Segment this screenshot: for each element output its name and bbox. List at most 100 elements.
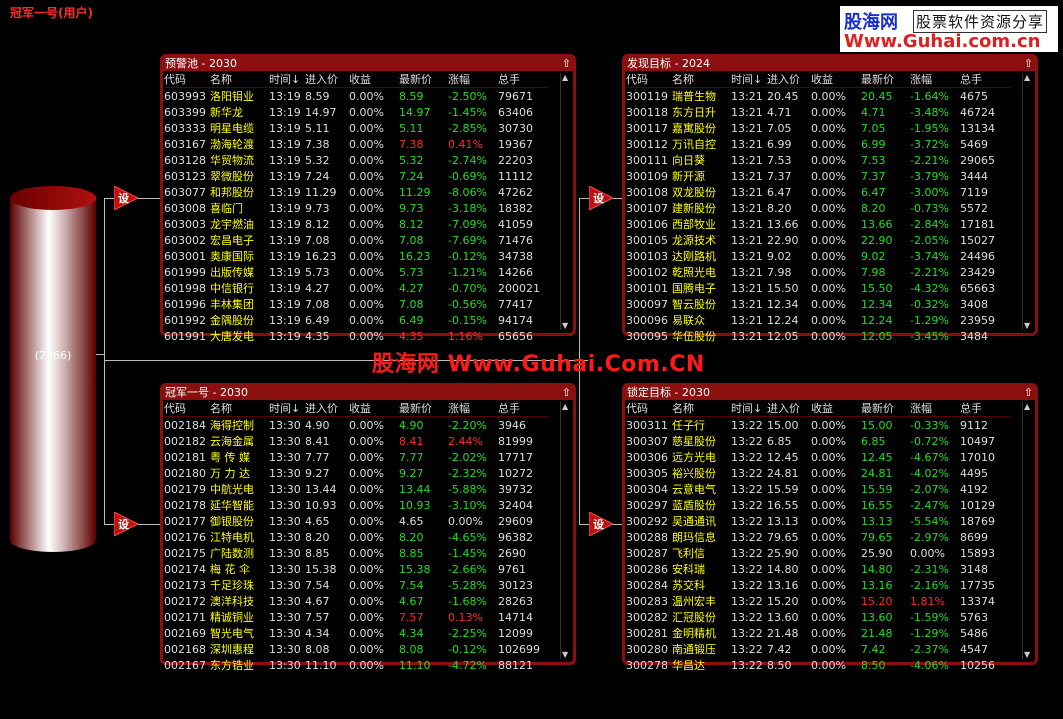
table-row[interactable]: 300304 云意电气 13:22 15.59 0.00% 15.59 -2.07% 4192 bbox=[626, 481, 1010, 497]
scrollbar[interactable]: ▲ ▼ bbox=[560, 402, 571, 659]
table-row[interactable]: 002174 梅 花 伞 13:30 15.38 0.00% 15.38 -2.66% 976… bbox=[164, 561, 548, 577]
table-row[interactable]: 300278 华昌达 13:22 8.50 0.00% 8.50 -4.06% 10256 bbox=[626, 657, 1010, 673]
column-header[interactable]: 进入价 bbox=[767, 400, 811, 417]
column-header[interactable]: 涨幅 bbox=[910, 400, 960, 417]
set-button[interactable]: 设 bbox=[588, 185, 615, 211]
scrollbar[interactable]: ▲ ▼ bbox=[560, 73, 571, 330]
table-row[interactable]: 300306 远方光电 13:22 12.45 0.00% 12.45 -4.67% 1701… bbox=[626, 449, 1010, 465]
table-row[interactable]: 002184 海得控制 13:30 4.90 0.00% 4.90 -2.20% 3946 bbox=[164, 417, 548, 434]
scrollbar[interactable]: ▲ ▼ bbox=[1022, 402, 1033, 659]
expand-arrow-icon[interactable]: ⇧ bbox=[562, 386, 571, 400]
table-row[interactable]: 002180 万 力 达 13:30 9.27 0.00% 9.27 -2.32% 10272 bbox=[164, 465, 548, 481]
column-header[interactable]: 代码 bbox=[164, 71, 210, 88]
stock-pool-cylinder[interactable]: (2466) bbox=[10, 186, 96, 552]
column-header[interactable]: 进入价 bbox=[305, 400, 349, 417]
scroll-up-icon[interactable]: ▲ bbox=[562, 73, 568, 82]
column-header[interactable]: 时间↓ bbox=[731, 71, 767, 88]
table-row[interactable]: 603128 华贸物流 13:19 5.32 0.00% 5.32 -2.74% 22203 bbox=[164, 152, 548, 168]
table-row[interactable]: 300287 飞利信 13:22 25.90 0.00% 25.90 0.00% 15893 bbox=[626, 545, 1010, 561]
table-row[interactable]: 603077 和邦股份 13:19 11.29 0.00% 11.29 -8.06% 4726… bbox=[164, 184, 548, 200]
column-header[interactable]: 总手 bbox=[960, 400, 1010, 417]
table-row[interactable]: 300105 龙源技术 13:21 22.90 0.00% 22.90 -2.05% 1502… bbox=[626, 232, 1010, 248]
column-header[interactable]: 时间↓ bbox=[731, 400, 767, 417]
table-row[interactable]: 300284 苏交科 13:22 13.16 0.00% 13.16 -2.16% 17735 bbox=[626, 577, 1010, 593]
set-button[interactable]: 设 bbox=[113, 185, 140, 211]
table-row[interactable]: 601991 大唐发电 13:19 4.35 0.00% 4.35 1.16% 65656 bbox=[164, 328, 548, 344]
expand-arrow-icon[interactable]: ⇧ bbox=[1024, 57, 1033, 71]
column-header[interactable]: 代码 bbox=[626, 71, 672, 88]
table-row[interactable]: 002175 广陆数测 13:30 8.85 0.00% 8.85 -1.45% 2690 bbox=[164, 545, 548, 561]
column-header[interactable]: 涨幅 bbox=[448, 400, 498, 417]
column-header[interactable]: 总手 bbox=[498, 400, 548, 417]
table-row[interactable]: 002173 千足珍珠 13:30 7.54 0.00% 7.54 -5.28% 30123 bbox=[164, 577, 548, 593]
column-header[interactable]: 总手 bbox=[960, 71, 1010, 88]
column-header[interactable]: 代码 bbox=[626, 400, 672, 417]
column-header[interactable]: 收益 bbox=[811, 71, 861, 88]
column-header[interactable]: 收益 bbox=[349, 400, 399, 417]
table-row[interactable]: 300112 万讯自控 13:21 6.99 0.00% 6.99 -3.72% 5469 bbox=[626, 136, 1010, 152]
column-header[interactable]: 名称 bbox=[672, 71, 731, 88]
table-row[interactable]: 300118 东方日升 13:21 4.71 0.00% 4.71 -3.48% 46724 bbox=[626, 104, 1010, 120]
table-row[interactable]: 300097 智云股份 13:21 12.34 0.00% 12.34 -0.32% 3408 bbox=[626, 296, 1010, 312]
column-header[interactable]: 代码 bbox=[164, 400, 210, 417]
table-row[interactable]: 300297 蓝盾股份 13:22 16.55 0.00% 16.55 -2.47% 1012… bbox=[626, 497, 1010, 513]
column-header[interactable]: 进入价 bbox=[305, 71, 349, 88]
table-row[interactable]: 300283 温州宏丰 13:22 15.20 0.00% 15.20 1.81% 13374 bbox=[626, 593, 1010, 609]
table-row[interactable]: 603008 喜临门 13:19 9.73 0.00% 9.73 -3.18% 18382 bbox=[164, 200, 548, 216]
column-header[interactable]: 进入价 bbox=[767, 71, 811, 88]
table-row[interactable]: 300103 达刚路机 13:21 9.02 0.00% 9.02 -3.74% 24496 bbox=[626, 248, 1010, 264]
scroll-down-icon[interactable]: ▼ bbox=[562, 321, 568, 330]
table-row[interactable]: 603167 渤海轮渡 13:19 7.38 0.00% 7.38 0.41% 19367 bbox=[164, 136, 548, 152]
column-header[interactable]: 最新价 bbox=[399, 71, 448, 88]
table-row[interactable]: 002167 东方锆业 13:30 11.10 0.00% 11.10 -4.72% 8812… bbox=[164, 657, 548, 673]
column-header[interactable]: 名称 bbox=[672, 400, 731, 417]
table-row[interactable]: 300107 建新股份 13:21 8.20 0.00% 8.20 -0.73% 5572 bbox=[626, 200, 1010, 216]
table-row[interactable]: 300111 向日葵 13:21 7.53 0.00% 7.53 -2.21% 29065 bbox=[626, 152, 1010, 168]
table-row[interactable]: 002176 江特电机 13:30 8.20 0.00% 8.20 -4.65% 96382 bbox=[164, 529, 548, 545]
table-row[interactable]: 300102 乾照光电 13:21 7.98 0.00% 7.98 -2.21% 23429 bbox=[626, 264, 1010, 280]
table-row[interactable]: 300305 裕兴股份 13:22 24.81 0.00% 24.81 -4.02% 4495 bbox=[626, 465, 1010, 481]
table-row[interactable]: 300281 金明精机 13:22 21.48 0.00% 21.48 -1.29% 5486 bbox=[626, 625, 1010, 641]
table-row[interactable]: 300119 瑞普生物 13:21 20.45 0.00% 20.45 -1.64% 4675 bbox=[626, 88, 1010, 105]
scroll-down-icon[interactable]: ▼ bbox=[1024, 650, 1030, 659]
table-row[interactable]: 002178 延华智能 13:30 10.93 0.00% 10.93 -3.10% 3240… bbox=[164, 497, 548, 513]
column-header[interactable]: 最新价 bbox=[861, 71, 910, 88]
scrollbar[interactable]: ▲ ▼ bbox=[1022, 73, 1033, 330]
table-row[interactable]: 300311 任子行 13:22 15.00 0.00% 15.00 -0.33% 9112 bbox=[626, 417, 1010, 434]
table-row[interactable]: 603333 明星电缆 13:19 5.11 0.00% 5.11 -2.85% 30730 bbox=[164, 120, 548, 136]
scroll-up-icon[interactable]: ▲ bbox=[1024, 73, 1030, 82]
table-row[interactable]: 300106 西部牧业 13:21 13.66 0.00% 13.66 -2.84% 1718… bbox=[626, 216, 1010, 232]
table-row[interactable]: 603399 新华龙 13:19 14.97 0.00% 14.97 -1.45% 63406 bbox=[164, 104, 548, 120]
table-row[interactable]: 603123 翠微股份 13:19 7.24 0.00% 7.24 -0.69% 11112 bbox=[164, 168, 548, 184]
table-row[interactable]: 002182 云海金属 13:30 8.41 0.00% 8.41 2.44% 81999 bbox=[164, 433, 548, 449]
table-row[interactable]: 601998 中信银行 13:19 4.27 0.00% 4.27 -0.70% 200021 bbox=[164, 280, 548, 296]
table-row[interactable]: 002177 御银股份 13:30 4.65 0.00% 4.65 0.00% 29609 bbox=[164, 513, 548, 529]
table-row[interactable]: 300282 汇冠股份 13:22 13.60 0.00% 13.60 -1.59% 5763 bbox=[626, 609, 1010, 625]
column-header[interactable]: 时间↓ bbox=[269, 71, 305, 88]
column-header[interactable]: 最新价 bbox=[861, 400, 910, 417]
column-header[interactable]: 总手 bbox=[498, 71, 548, 88]
column-header[interactable]: 涨幅 bbox=[910, 71, 960, 88]
table-row[interactable]: 300095 华伍股份 13:21 12.05 0.00% 12.05 -3.45% 3484 bbox=[626, 328, 1010, 344]
table-row[interactable]: 002179 中航光电 13:30 13.44 0.00% 13.44 -5.88% 3973… bbox=[164, 481, 548, 497]
table-row[interactable]: 300307 慈星股份 13:22 6.85 0.00% 6.85 -0.72% 10497 bbox=[626, 433, 1010, 449]
table-row[interactable]: 300280 南通锻压 13:22 7.42 0.00% 7.42 -2.37% 4547 bbox=[626, 641, 1010, 657]
set-button[interactable]: 设 bbox=[113, 511, 140, 537]
scroll-down-icon[interactable]: ▼ bbox=[562, 650, 568, 659]
table-row[interactable]: 002168 深圳惠程 13:30 8.08 0.00% 8.08 -0.12% 102699 bbox=[164, 641, 548, 657]
table-row[interactable]: 300286 安科瑞 13:22 14.80 0.00% 14.80 -2.31% 3148 bbox=[626, 561, 1010, 577]
scroll-down-icon[interactable]: ▼ bbox=[1024, 321, 1030, 330]
scroll-up-icon[interactable]: ▲ bbox=[562, 402, 568, 411]
table-row[interactable]: 002181 粤 传 媒 13:30 7.77 0.00% 7.77 -2.02% 17717 bbox=[164, 449, 548, 465]
column-header[interactable]: 收益 bbox=[349, 71, 399, 88]
column-header[interactable]: 最新价 bbox=[399, 400, 448, 417]
set-button[interactable]: 设 bbox=[588, 511, 615, 537]
table-row[interactable]: 300096 易联众 13:21 12.24 0.00% 12.24 -1.29% 23959 bbox=[626, 312, 1010, 328]
column-header[interactable]: 收益 bbox=[811, 400, 861, 417]
table-row[interactable]: 002169 智光电气 13:30 4.34 0.00% 4.34 -2.25% 12099 bbox=[164, 625, 548, 641]
expand-arrow-icon[interactable]: ⇧ bbox=[562, 57, 571, 71]
table-row[interactable]: 002172 澳洋科技 13:30 4.67 0.00% 4.67 -1.68% 28263 bbox=[164, 593, 548, 609]
table-row[interactable]: 603001 奥康国际 13:19 16.23 0.00% 16.23 -0.12% 3473… bbox=[164, 248, 548, 264]
expand-arrow-icon[interactable]: ⇧ bbox=[1024, 386, 1033, 400]
table-row[interactable]: 601999 出版传媒 13:19 5.73 0.00% 5.73 -1.21% 14266 bbox=[164, 264, 548, 280]
